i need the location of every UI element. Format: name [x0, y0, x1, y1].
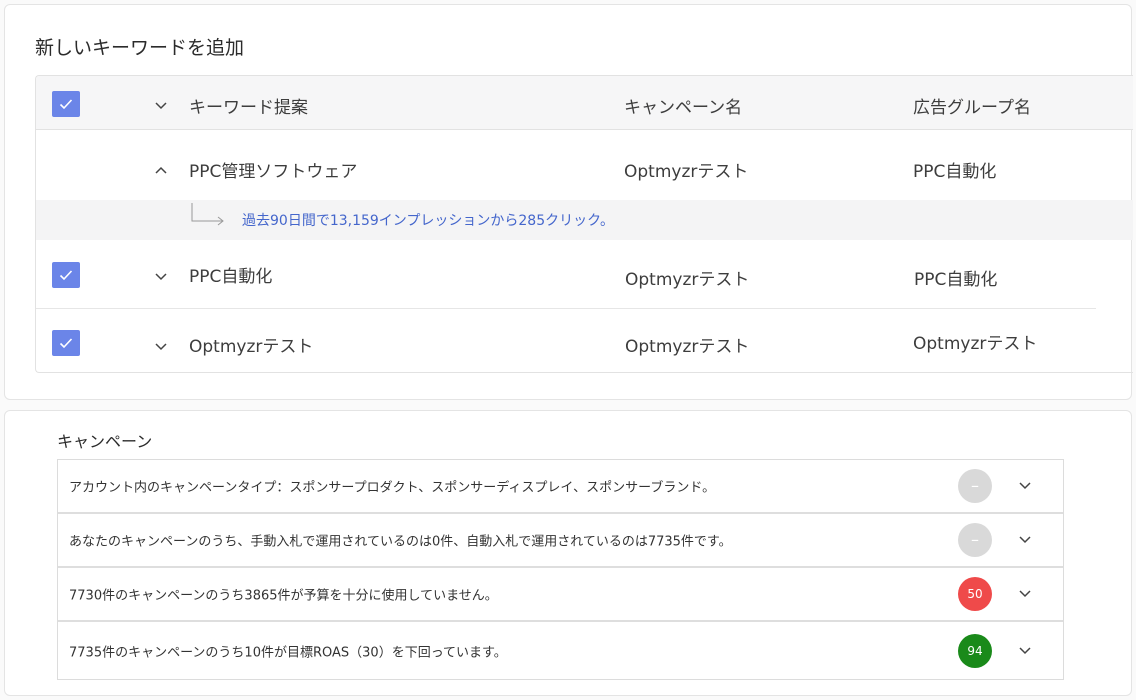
table-header: キーワード提案 キャンペーン名 広告グループ名 [36, 76, 1133, 130]
chevron-down-icon[interactable] [154, 339, 168, 353]
campaign-insights-list: アカウント内のキャンペーンタイプ：スポンサープロダクト、スポンサーディスプレイ、… [57, 459, 1064, 680]
check-icon [59, 338, 73, 349]
row-checkbox[interactable] [52, 330, 80, 356]
ad-group-cell: Optmyzrテスト [913, 334, 1038, 354]
campaign-cell: Optmyzrテスト [625, 337, 750, 357]
campaign-cell: Optmyzrテスト [624, 162, 749, 182]
score-badge: 50 [958, 577, 992, 611]
keyword-cell: PPC自動化 [189, 267, 273, 287]
select-all-checkbox[interactable] [52, 91, 80, 117]
keyword-stats-text: 過去90日間で13,159インプレッションから285クリック。 [242, 213, 614, 229]
list-item[interactable]: 7735件のキャンペーンのうち10件が目標ROAS（30）を下回っています。 9… [58, 622, 1063, 679]
list-item[interactable]: アカウント内のキャンペーンタイプ：スポンサープロダクト、スポンサーディスプレイ、… [58, 460, 1063, 514]
score-badge: 94 [958, 633, 992, 668]
check-icon [59, 270, 73, 281]
insight-text: アカウント内のキャンペーンタイプ：スポンサープロダクト、スポンサーディスプレイ、… [69, 480, 716, 496]
table-row: Optmyzrテスト Optmyzrテスト Optmyzrテスト [36, 309, 1133, 372]
chevron-down-icon[interactable] [154, 269, 168, 283]
score-badge: – [958, 469, 992, 503]
insight-text: 7735件のキャンペーンのうち10件が目標ROAS（30）を下回っています。 [69, 645, 507, 660]
insight-text: あなたのキャンペーンのうち、手動入札で運用されているのは0件、自動入札で運用され… [69, 534, 732, 550]
column-header-ad-group[interactable]: 広告グループ名 [913, 93, 1031, 118]
table-row: PPC自動化 Optmyzrテスト PPC自動化 [36, 240, 1133, 308]
section-title: キャンペーン [57, 432, 153, 451]
ad-group-cell: PPC自動化 [914, 270, 998, 290]
card-title: 新しいキーワードを追加 [35, 37, 245, 59]
chevron-down-icon[interactable] [154, 98, 168, 112]
keyword-cell: Optmyzrテスト [189, 337, 314, 357]
list-item[interactable]: あなたのキャンペーンのうち、手動入札で運用されているのは0件、自動入札で運用され… [58, 514, 1063, 568]
sub-arrow-icon [191, 203, 224, 226]
chevron-down-icon[interactable] [1018, 534, 1032, 546]
list-item[interactable]: 7730件のキャンペーンのうち3865件が予算を十分に使用していません。 50 [58, 568, 1063, 622]
score-badge: – [958, 523, 992, 557]
table-row: PPC管理ソフトウェア Optmyzrテスト PPC自動化 [36, 130, 1133, 200]
keyword-detail-row: 過去90日間で13,159インプレッションから285クリック。 [36, 200, 1133, 240]
campaigns-card: キャンペーン アカウント内のキャンペーンタイプ：スポンサープロダクト、スポンサー… [4, 410, 1132, 696]
chevron-down-icon[interactable] [1018, 588, 1032, 600]
row-checkbox[interactable] [52, 262, 80, 288]
chevron-down-icon[interactable] [1018, 645, 1032, 657]
campaign-cell: Optmyzrテスト [625, 270, 750, 290]
keyword-cell: PPC管理ソフトウェア [189, 162, 358, 182]
column-header-keyword[interactable]: キーワード提案 [189, 93, 308, 118]
check-icon [59, 99, 73, 110]
chevron-down-icon[interactable] [1018, 480, 1032, 492]
ad-group-cell: PPC自動化 [913, 162, 997, 182]
insight-text: 7730件のキャンペーンのうち3865件が予算を十分に使用していません。 [69, 588, 498, 604]
chevron-up-icon[interactable] [154, 164, 168, 178]
column-header-campaign[interactable]: キャンペーン名 [624, 93, 742, 118]
add-keywords-card: 新しいキーワードを追加 キーワード提案 キャンペーン名 広告グループ名 PPC管… [4, 4, 1133, 400]
keyword-table: キーワード提案 キャンペーン名 広告グループ名 PPC管理ソフトウェア Optm… [35, 75, 1133, 373]
